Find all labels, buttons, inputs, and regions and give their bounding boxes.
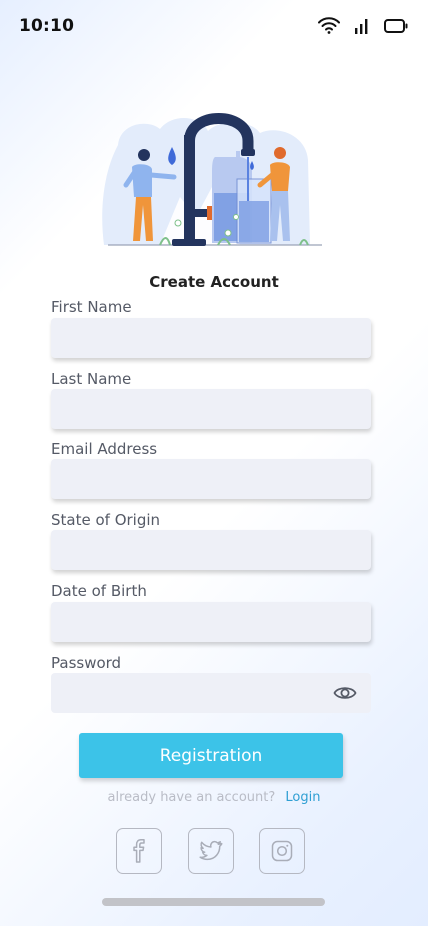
show-password-eye-icon[interactable]	[333, 683, 357, 703]
login-link[interactable]: Login	[285, 790, 320, 805]
facebook-button[interactable]	[116, 828, 162, 874]
instagram-icon	[271, 840, 293, 862]
login-prompt: already have an account?	[107, 790, 276, 805]
date-of-birth-input[interactable]	[51, 602, 371, 642]
twitter-icon	[199, 840, 223, 862]
login-row: already have an account? Login	[0, 790, 428, 805]
last-name-input[interactable]	[51, 389, 371, 429]
battery-icon	[384, 18, 408, 33]
status-bar: 10:10	[0, 0, 428, 54]
facebook-icon	[128, 839, 150, 863]
email-input[interactable]	[51, 459, 371, 499]
email-label: Email Address	[51, 440, 158, 458]
water-tap-illustration	[100, 105, 330, 250]
password-label: Password	[51, 654, 122, 672]
signal-icon	[354, 17, 370, 34]
status-time: 10:10	[19, 16, 75, 36]
password-input[interactable]	[51, 673, 371, 713]
home-indicator[interactable]	[102, 898, 325, 906]
first-name-input[interactable]	[51, 318, 371, 358]
registration-button[interactable]: Registration	[79, 733, 343, 778]
wifi-icon	[318, 17, 340, 34]
first-name-label: First Name	[51, 298, 132, 316]
page-title: Create Account	[149, 273, 279, 291]
instagram-button[interactable]	[259, 828, 305, 874]
state-of-origin-label: State of Origin	[51, 511, 161, 529]
state-of-origin-input[interactable]	[51, 530, 371, 570]
twitter-button[interactable]	[188, 828, 234, 874]
date-of-birth-label: Date of Birth	[51, 582, 147, 600]
last-name-label: Last Name	[51, 370, 132, 388]
